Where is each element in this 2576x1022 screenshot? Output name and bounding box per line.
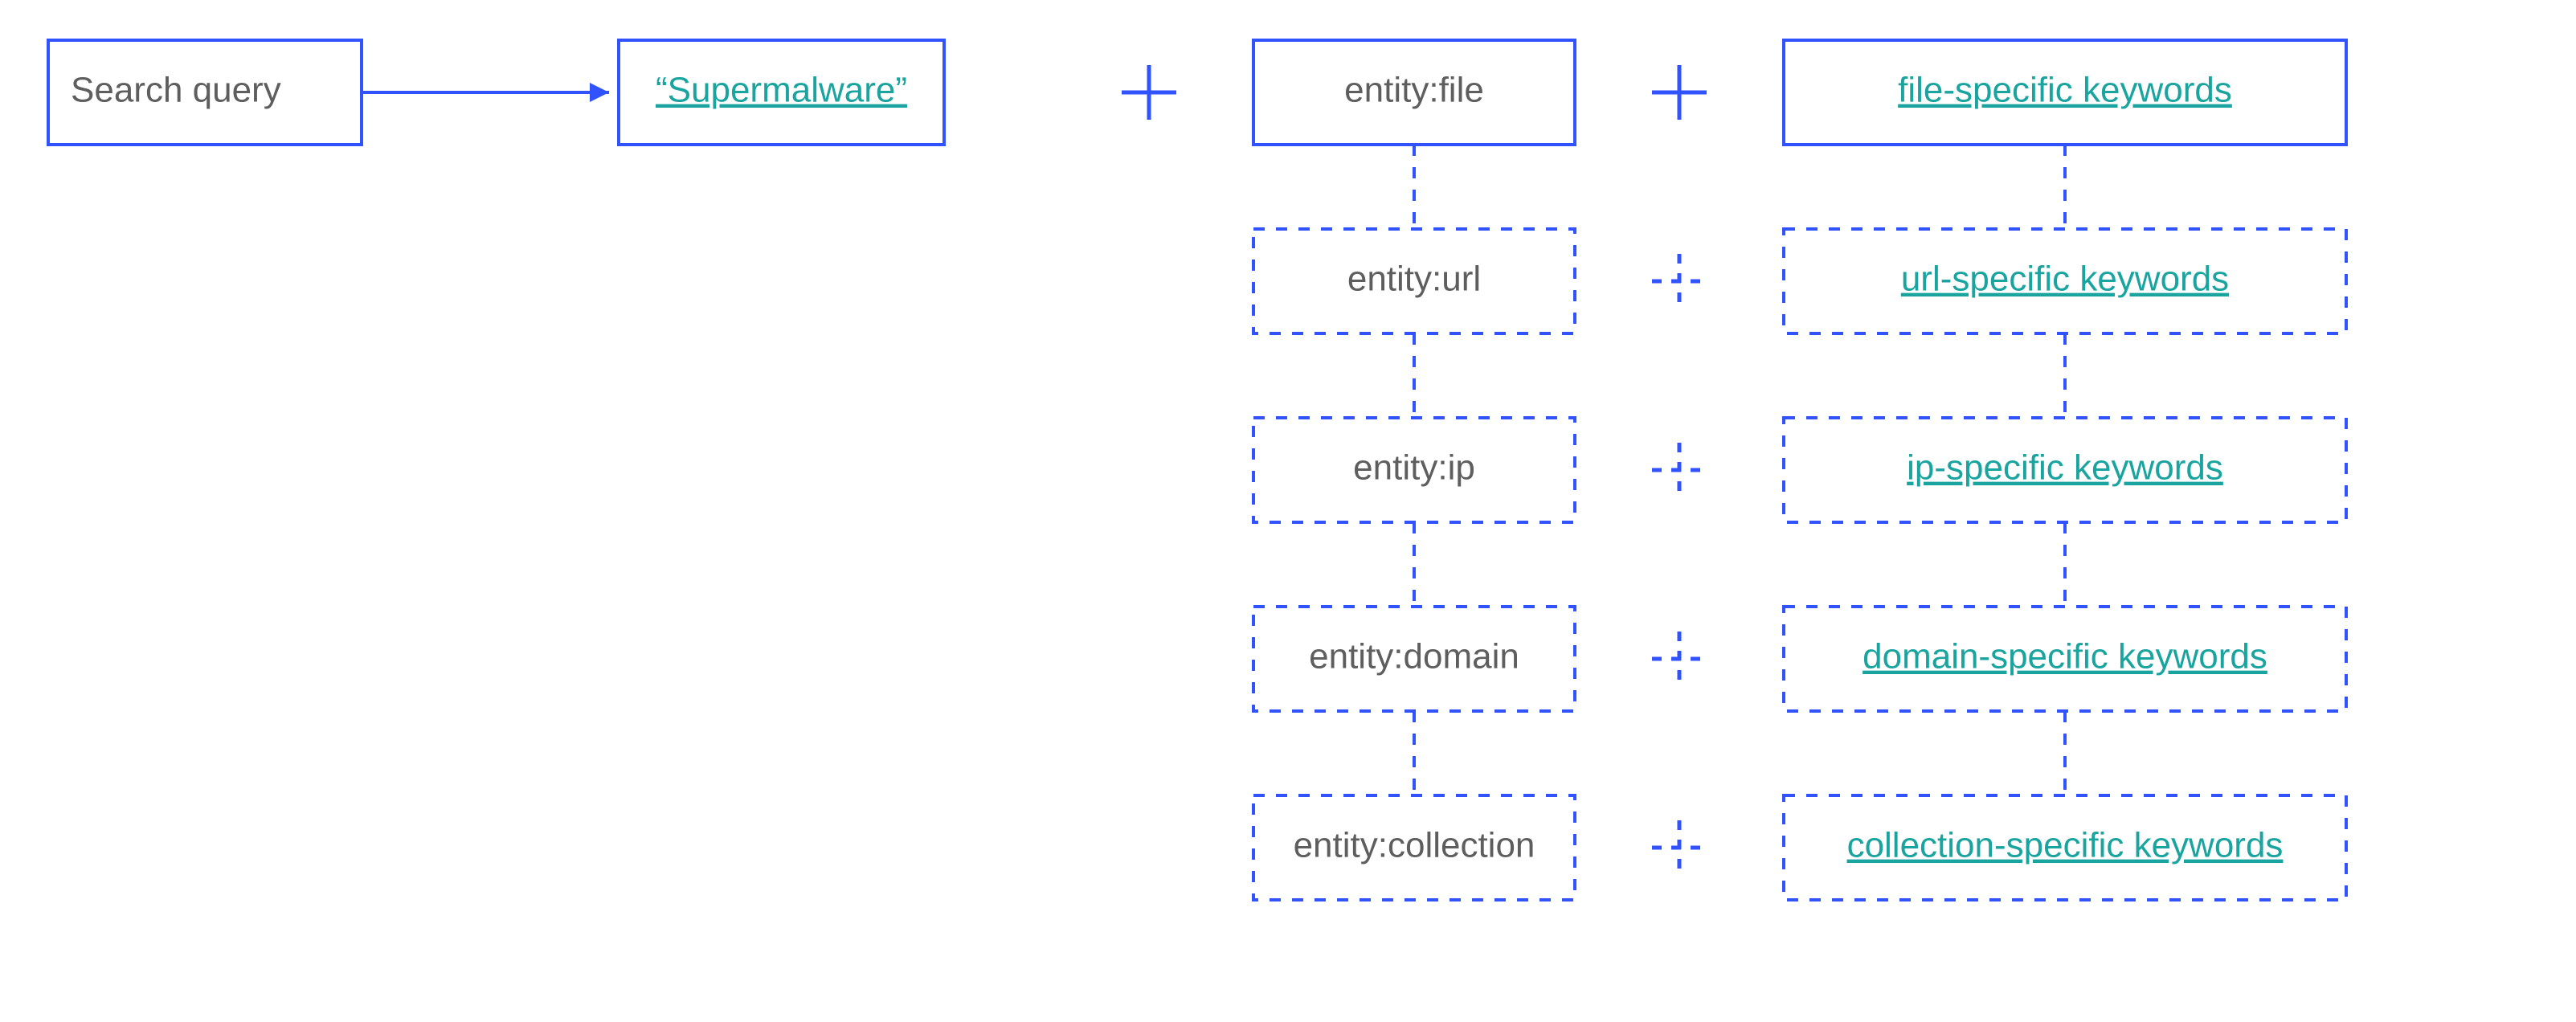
- keywords-link-2[interactable]: ip-specific keywords: [1907, 448, 2223, 488]
- entity-label-3: entity:domain: [1309, 637, 1519, 677]
- supermalware-link[interactable]: “Supermalware”: [656, 71, 907, 110]
- entity-label-2: entity:ip: [1353, 448, 1475, 488]
- keywords-link-0[interactable]: file-specific keywords: [1898, 71, 2232, 110]
- plus-icon-row-1: [1652, 254, 1707, 309]
- plus-icon-main: [1122, 65, 1176, 120]
- keywords-link-1[interactable]: url-specific keywords: [1901, 260, 2229, 299]
- plus-icon-row-4: [1652, 820, 1707, 875]
- entity-label-0: entity:file: [1344, 71, 1484, 110]
- search-query-diagram: Search query “Supermalware” entity:file fil…: [0, 0, 2576, 1022]
- keywords-link-3[interactable]: domain-specific keywords: [1862, 637, 2267, 677]
- keywords-link-4[interactable]: collection-specific keywords: [1847, 826, 2284, 865]
- entity-label-4: entity:collection: [1294, 826, 1535, 865]
- search-query-label: Search query: [71, 71, 281, 110]
- plus-icon-row-2: [1652, 443, 1707, 497]
- plus-icon-row-3: [1652, 632, 1707, 686]
- arrow-head: [590, 83, 609, 102]
- entity-label-1: entity:url: [1347, 260, 1481, 299]
- plus-icon-row-0: [1652, 65, 1707, 120]
